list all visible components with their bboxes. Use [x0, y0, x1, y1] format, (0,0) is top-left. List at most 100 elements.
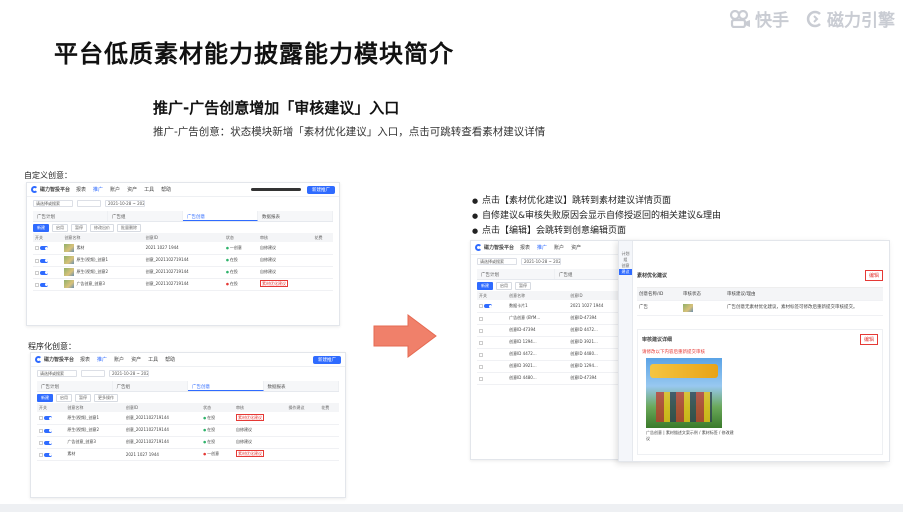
mini-nav-item-active[interactable]: 推广 [97, 356, 107, 363]
row-checkbox[interactable] [479, 376, 483, 381]
material-suggestion-link[interactable]: 素材优化建议 [235, 450, 264, 457]
table-row[interactable]: 素材 2021 1027 1944 一创意 自修建议 [33, 242, 333, 255]
table-row[interactable]: 原生(视频)_创意1 创意_2021102719144 在投 自修建议 [33, 254, 333, 267]
drawer-side-item-active[interactable]: 建议 [619, 269, 632, 275]
material-suggestion-link[interactable]: 素材优化建议 [260, 280, 289, 287]
mini-tab[interactable]: 广告计划 [477, 269, 555, 279]
table-row[interactable]: 创意ID 3921... 创意ID 1294... [477, 360, 633, 373]
row-toggle[interactable] [40, 270, 49, 275]
table-row[interactable]: 广告创意_创意3 创意_2021102719144 在投 素材优化建议 [33, 278, 333, 291]
mini-action[interactable]: 更多操作 [94, 393, 118, 402]
material-suggestion-link[interactable]: 素材优化建议 [235, 413, 264, 421]
mini-filter-input[interactable] [77, 199, 101, 207]
row-checkbox[interactable] [39, 452, 43, 457]
mini-nav-item[interactable]: 报表 [80, 356, 90, 363]
mini-action[interactable]: 启用 [56, 393, 72, 402]
mini-tab[interactable]: 广告计划 [33, 211, 108, 221]
mini-tab-active[interactable]: 广告创意 [183, 211, 258, 221]
mini-action[interactable]: 修改出价 [90, 223, 114, 232]
edit-button[interactable]: 编辑 [859, 334, 878, 345]
row-toggle[interactable] [44, 416, 53, 421]
mini-date-range[interactable]: 2021-10-28 ~ 2021-11-04 [105, 199, 145, 207]
mini-search-input[interactable]: 请选择或搜索 [33, 199, 73, 207]
mini-nav-item[interactable]: 报表 [520, 244, 530, 251]
row-checkbox[interactable] [35, 246, 39, 251]
mini-tab[interactable]: 广告计划 [37, 381, 113, 391]
row-checkbox[interactable] [479, 340, 483, 345]
row-toggle[interactable] [44, 440, 53, 445]
table-row[interactable]: 广告创意 (BYM... 创意ID-47394 [477, 312, 633, 325]
mini-nav-item-active[interactable]: 推广 [537, 244, 547, 251]
mini-action[interactable]: 启用 [496, 281, 512, 290]
mini-tab[interactable]: 数据报表 [258, 211, 333, 221]
table-row[interactable]: 原生(视频)_创意1 创意_2021102719144 在投 素材优化建议 [37, 412, 339, 425]
mini-tab[interactable]: 广告组 [108, 211, 183, 221]
row-checkbox[interactable] [479, 304, 483, 309]
mini-nav-item-active[interactable]: 推广 [93, 186, 103, 193]
mini-action[interactable]: 批量删除 [117, 223, 141, 232]
table-row[interactable]: 原生(视频)_创意2 创意_2021102719144 在投 自修建议 [37, 424, 339, 437]
row-toggle[interactable] [40, 282, 49, 287]
mini-date-range[interactable]: 2021-10-28 ~ 2021-11-04 [109, 369, 149, 377]
mini-search-input[interactable]: 请选择或搜索 [477, 257, 517, 265]
row-checkbox[interactable] [35, 258, 39, 263]
mini-filter-input[interactable] [81, 369, 105, 377]
row-checkbox[interactable] [39, 428, 43, 433]
table-row[interactable]: 创意ID 4480... 创意ID-47394 [477, 372, 633, 385]
mini-nav-item[interactable]: 工具 [144, 186, 154, 193]
row-checkbox[interactable] [479, 352, 483, 357]
row-toggle[interactable] [40, 258, 49, 263]
edit-button[interactable]: 编辑 [864, 269, 883, 281]
mini-action-new[interactable]: 新建 [33, 223, 49, 232]
row-checkbox[interactable] [479, 316, 483, 321]
table-row[interactable]: 创意ID 4472... 创意ID 4480... [477, 348, 633, 361]
mini-nav-item[interactable]: 帮助 [165, 356, 175, 363]
row-checkbox[interactable] [35, 270, 39, 275]
table-row[interactable]: 素材 2021 1027 1944 一创意 素材优化建议 [37, 448, 339, 461]
row-audit[interactable]: 自修建议 [233, 436, 287, 449]
mini-search-input[interactable]: 请选择或搜索 [37, 369, 77, 377]
mini-nav-item[interactable]: 资产 [131, 356, 141, 363]
row-checkbox[interactable] [479, 328, 483, 333]
row-checkbox[interactable] [39, 416, 43, 421]
mini-action[interactable]: 暂停 [71, 223, 87, 232]
row-checkbox[interactable] [39, 440, 43, 445]
table-row[interactable]: 创意ID-47394 创意ID 4472... [477, 324, 633, 337]
row-audit[interactable]: 自修建议 [258, 254, 313, 267]
table-row[interactable]: 数据卡片1 2021 1027 1944 [477, 300, 633, 313]
mini-nav-item[interactable]: 资产 [571, 244, 581, 251]
row-audit[interactable]: 自修建议 [233, 424, 287, 437]
row-toggle[interactable] [44, 428, 53, 433]
mini-action[interactable]: 启用 [52, 223, 68, 232]
mini-action[interactable]: 暂停 [75, 393, 91, 402]
mini-new-button[interactable]: 新建推广 [307, 185, 335, 194]
mini-action[interactable]: 暂停 [515, 281, 531, 290]
row-toggle[interactable] [44, 452, 53, 457]
mini-action-new[interactable]: 新建 [37, 393, 53, 402]
row-checkbox[interactable] [479, 364, 483, 369]
mini-nav-item[interactable]: 帮助 [161, 186, 171, 193]
mini-nav-item[interactable]: 账户 [554, 244, 564, 251]
row-checkbox[interactable] [35, 282, 39, 287]
mini-nav-item[interactable]: 工具 [148, 356, 158, 363]
table-row[interactable]: 原生(视频)_创意2 创意_2021102719144 在投 自修建议 [33, 266, 333, 279]
table-row[interactable]: 广告创意_创意3 创意_2021102719144 在投 自修建议 [37, 436, 339, 449]
mini-action-new[interactable]: 新建 [477, 281, 493, 290]
table-row[interactable]: 创意ID 1294... 创意ID 3921... [477, 336, 633, 349]
mini-nav-item[interactable]: 账户 [114, 356, 124, 363]
mini-tab[interactable]: 广告组 [112, 381, 188, 391]
mini-tab[interactable]: 数据报表 [263, 381, 339, 391]
mini-nav-item[interactable]: 账户 [110, 186, 120, 193]
mini-nav-item[interactable]: 资产 [127, 186, 137, 193]
row-audit[interactable]: 自修建议 [258, 242, 313, 255]
mini-nav-item[interactable]: 报表 [76, 186, 86, 193]
row-toggle[interactable] [484, 304, 493, 309]
mini-tab-active[interactable]: 广告创意 [188, 381, 264, 391]
mini-slider[interactable] [251, 188, 301, 191]
mini-new-button[interactable]: 新建推广 [313, 355, 341, 364]
thumbnail-image [64, 280, 75, 288]
row-toggle[interactable] [40, 246, 49, 251]
creative-list-screenshot: 磁力智投平台 报表 推广 账户 资产 请选择或搜索 2021-10-28 ~ 2… [470, 240, 640, 460]
row-audit[interactable]: 自修建议 [258, 266, 313, 279]
mini-date-range[interactable]: 2021-10-28 ~ 2021-11-04 [521, 257, 561, 265]
